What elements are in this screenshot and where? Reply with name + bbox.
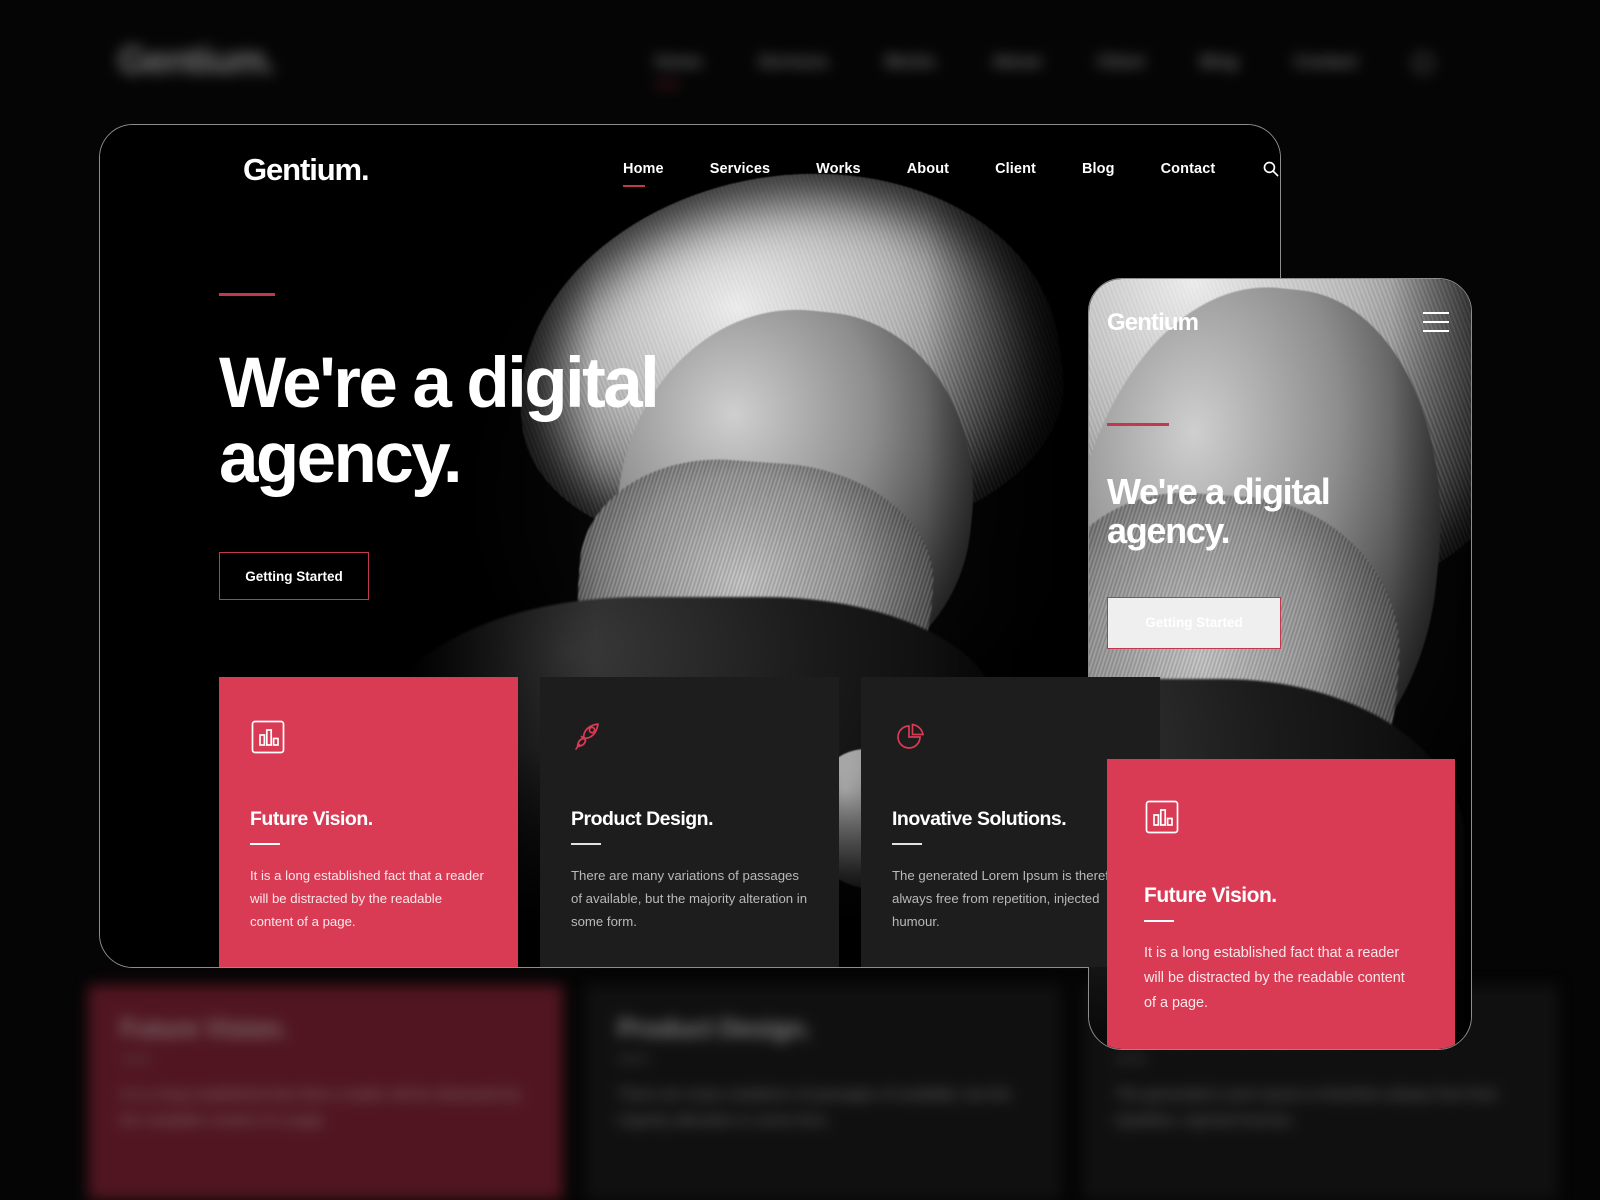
background-card: Future Vision. It is a long established … (88, 985, 564, 1200)
card-rule (892, 843, 922, 845)
background-card-rule (1114, 1058, 1147, 1060)
card-text: It is a long established fact that a rea… (250, 868, 484, 930)
mobile-getting-started-button[interactable]: Getting Started (1107, 596, 1281, 649)
background-nav-item-blog: Blog (1200, 52, 1238, 71)
nav-item-blog[interactable]: Blog (1059, 161, 1138, 177)
feature-card-row: Future Vision. It is a long established … (219, 677, 1243, 967)
desktop-header: Gentium. Home Services Works About Clien… (100, 125, 1280, 221)
search-icon[interactable] (1262, 160, 1279, 177)
desktop-nav: Home Services Works About Client Blog Co… (600, 160, 1279, 187)
card-icon-wrap (250, 719, 487, 760)
background-card-text: The generated Lorem Ipsum is therefore a… (1114, 1086, 1498, 1130)
desktop-hero: We're a digital agency. Getting Started (219, 293, 660, 600)
nav-item-works[interactable]: Works (793, 161, 884, 177)
rocket-icon (575, 723, 599, 750)
mobile-page-title: We're a digital agency. (1107, 470, 1331, 552)
background-nav-item-home: Home (655, 52, 703, 86)
card-text: The generated Lorem Ipsum is therefore a… (892, 868, 1129, 930)
card-text: There are many variations of passages of… (571, 868, 808, 930)
page-title: We're a digital agency. (219, 343, 660, 498)
mobile-hero-heading-line-2: agency. (1107, 510, 1231, 552)
card-rule (1144, 920, 1174, 922)
hamburger-menu-icon[interactable] (1423, 312, 1449, 332)
mobile-feature-card-future-vision[interactable]: Future Vision. It is a long established … (1107, 759, 1455, 1049)
background-card-title: Product Design. (617, 1013, 811, 1043)
background-card-text: It is a long established fact that a rea… (120, 1086, 522, 1130)
card-title: Future Vision. (250, 808, 373, 830)
nav-item-about[interactable]: About (884, 161, 972, 177)
background-card-text: There are many variations of passages of… (617, 1086, 1011, 1130)
hero-accent-line (219, 293, 275, 296)
desktop-logo[interactable]: Gentium. (243, 152, 370, 188)
background-nav-item-about: About (991, 52, 1041, 71)
background-nav-item-services: Services (758, 52, 829, 71)
nav-item-client[interactable]: Client (972, 161, 1059, 177)
mobile-hero: We're a digital agency. Getting Started (1107, 423, 1331, 649)
mobile-hero-accent-line (1107, 423, 1169, 426)
card-rule (571, 843, 601, 845)
getting-started-button[interactable]: Getting Started (219, 552, 369, 600)
card-icon-wrap (571, 719, 808, 760)
screenshot-stage: Gentium. Home Services Works About Clien… (0, 0, 1600, 1200)
background-nav-item-works: Works (884, 52, 936, 71)
mobile-logo[interactable]: Gentium (1107, 309, 1199, 337)
mobile-mockup-frame: Gentium We're a digital agency. Getting … (1088, 278, 1472, 1050)
hero-heading-line-2: agency. (219, 418, 463, 498)
mobile-hero-heading-line-1: We're a digital (1107, 470, 1331, 512)
background-logo: Gentium. (118, 40, 276, 82)
nav-item-services[interactable]: Services (687, 161, 793, 177)
background-nav-item-client: Client (1096, 52, 1145, 71)
feature-card-future-vision[interactable]: Future Vision. It is a long established … (219, 677, 518, 967)
bar-chart-icon (1145, 800, 1179, 834)
card-title: Inovative Solutions. (892, 808, 1067, 830)
nav-item-home[interactable]: Home (600, 161, 687, 187)
feature-card-product-design[interactable]: Product Design. There are many variation… (540, 677, 839, 967)
pie-chart-icon (897, 723, 925, 749)
card-rule (250, 843, 280, 845)
hero-heading-line-1: We're a digital (219, 343, 660, 423)
background-card: Product Design. There are many variation… (585, 985, 1061, 1200)
card-icon-wrap (1144, 799, 1418, 840)
background-nav: Home Services Works About Client Blog Co… (655, 52, 1434, 86)
card-icon-wrap (892, 719, 1129, 760)
background-card-title: Future Vision. (120, 1013, 288, 1043)
background-nav-item-contact: Contact (1293, 52, 1358, 71)
bar-chart-icon (251, 720, 285, 754)
background-card-rule (120, 1058, 152, 1060)
background-search-icon (1413, 53, 1434, 73)
card-text: It is a long established fact that a rea… (1144, 945, 1405, 1012)
card-title: Product Design. (571, 808, 714, 830)
card-title: Future Vision. (1144, 884, 1277, 907)
background-card-rule (617, 1058, 650, 1060)
nav-item-contact[interactable]: Contact (1138, 161, 1239, 177)
